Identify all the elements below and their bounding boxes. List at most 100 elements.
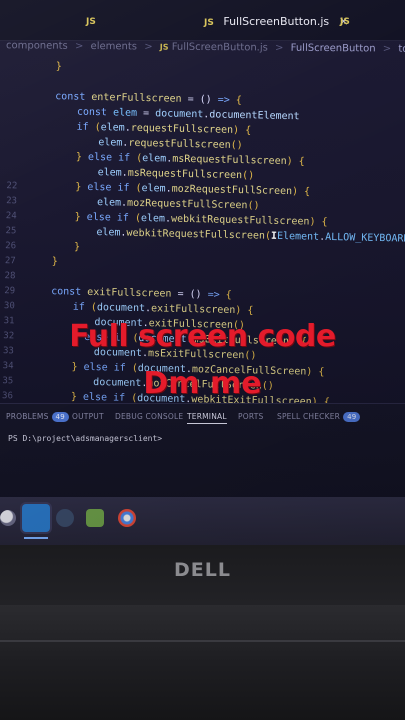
panel-tab-label: OUTPUT bbox=[72, 412, 104, 421]
panel-tab-terminal[interactable]: TERMINAL bbox=[187, 412, 227, 424]
code-token: ) { bbox=[286, 156, 305, 168]
js-file-icon: JS bbox=[204, 18, 214, 28]
code-token: = bbox=[136, 107, 156, 120]
code-token: elem bbox=[100, 122, 125, 134]
code-token: = () bbox=[181, 93, 218, 106]
line-number: 28 bbox=[4, 271, 16, 282]
editor-tab-label: FullScreenButton.js bbox=[223, 15, 330, 28]
code-line[interactable] bbox=[0, 73, 34, 89]
code-token: else if bbox=[87, 151, 137, 164]
breadcrumb-item[interactable]: FullScreenButton.js bbox=[172, 42, 268, 54]
js-file-icon: JS bbox=[86, 17, 96, 27]
panel-tab-label: PROBLEMS bbox=[6, 412, 49, 421]
code-token: document bbox=[155, 108, 204, 121]
vscode-icon[interactable] bbox=[22, 504, 50, 532]
panel-tab-ports[interactable]: PORTS bbox=[238, 412, 263, 421]
code-token: requestFullscreen bbox=[130, 122, 234, 136]
code-token: () bbox=[230, 139, 243, 152]
line-number: 27 bbox=[4, 256, 16, 267]
code-token: documentElement bbox=[209, 109, 300, 123]
code-token: elem bbox=[98, 137, 123, 149]
code-token: const bbox=[76, 106, 114, 119]
editor-tab-1[interactable]: JS bbox=[86, 10, 102, 32]
panel-tab-problems[interactable]: PROBLEMS 49 bbox=[6, 412, 69, 422]
code-token: msRequestFullscreen bbox=[127, 167, 243, 182]
breadcrumb: components > elements > JS FullScreenBut… bbox=[0, 38, 405, 58]
panel-tab-label: PORTS bbox=[238, 412, 264, 421]
line-number: 29 bbox=[4, 286, 16, 297]
active-app-indicator bbox=[24, 537, 48, 539]
panel-tab-debug-console[interactable]: DEBUG CONSOLE bbox=[115, 412, 183, 421]
overlay-caption-line2: Dm me bbox=[143, 366, 262, 401]
editor-tab-3[interactable]: JS bbox=[340, 10, 356, 32]
editor-tab-bar: JS JS FullScreenButton.js × JS bbox=[0, 0, 405, 41]
code-token: ) { bbox=[232, 124, 252, 137]
code-line[interactable]: 27} bbox=[0, 253, 58, 269]
code-token: { bbox=[235, 94, 242, 107]
code-token: } bbox=[51, 256, 58, 268]
line-number: 30 bbox=[3, 301, 15, 312]
code-token: = () bbox=[171, 288, 208, 301]
code-token: requestFullscreen bbox=[128, 137, 231, 151]
code-token: enterFullscreen bbox=[91, 91, 182, 105]
code-line[interactable]: 26} bbox=[0, 238, 80, 255]
code-token: } bbox=[73, 241, 81, 253]
laptop-hinge bbox=[0, 640, 405, 642]
line-number: 22 bbox=[6, 181, 18, 192]
breadcrumb-separator: > bbox=[382, 43, 392, 55]
breadcrumb-item[interactable]: elements bbox=[91, 41, 138, 52]
code-token: elem bbox=[140, 212, 166, 225]
editor-tab-fullscreenbutton[interactable]: JS FullScreenButton.js × bbox=[204, 10, 349, 32]
panel-tab-label: DEBUG CONSOLE bbox=[115, 412, 184, 421]
code-token: elem bbox=[142, 153, 167, 165]
code-token: elem bbox=[96, 227, 121, 239]
code-token: if bbox=[72, 301, 91, 313]
code-token: } bbox=[75, 181, 88, 193]
code-token: () bbox=[241, 170, 255, 182]
code-token: } bbox=[75, 151, 89, 163]
code-token: elem bbox=[96, 197, 122, 209]
code-line[interactable]: } bbox=[0, 58, 62, 74]
js-file-icon: JS bbox=[159, 42, 169, 52]
breadcrumb-item[interactable]: components bbox=[6, 40, 68, 52]
code-token: { bbox=[225, 289, 232, 301]
js-file-icon: JS bbox=[340, 17, 350, 27]
code-token: } bbox=[55, 61, 62, 73]
code-token: mozRequestFullScreen bbox=[126, 197, 248, 212]
code-token: const bbox=[51, 286, 88, 298]
code-token: ) { bbox=[291, 186, 311, 198]
terminal-prompt[interactable]: PS D:\project\adsmanagersclient> bbox=[8, 434, 162, 443]
code-token: } bbox=[74, 211, 87, 223]
code-token: else if bbox=[86, 211, 136, 224]
panel-tab-spell-checker[interactable]: SPELL CHECKER 49 bbox=[277, 412, 361, 422]
code-editor[interactable]: } const enterFullscreen = () => { const el… bbox=[0, 58, 405, 433]
spell-checker-count-badge: 49 bbox=[343, 412, 361, 422]
code-token: ) { bbox=[235, 304, 254, 317]
files-icon[interactable] bbox=[86, 509, 104, 527]
code-token: => bbox=[217, 94, 236, 106]
breadcrumb-separator: > bbox=[74, 40, 84, 52]
chrome-icon[interactable] bbox=[0, 510, 16, 526]
panel-tab-output[interactable]: OUTPUT bbox=[72, 412, 104, 421]
problems-count-badge: 49 bbox=[51, 412, 69, 422]
code-token: elem bbox=[97, 167, 122, 179]
line-number: 25 bbox=[5, 226, 17, 237]
code-token: const bbox=[55, 91, 92, 103]
chrome-icon[interactable] bbox=[118, 509, 136, 527]
breadcrumb-item[interactable]: FullScreenButton bbox=[291, 43, 376, 55]
breadcrumb-item[interactable]: toggleFull bbox=[398, 44, 405, 55]
code-line[interactable]: 28 bbox=[0, 268, 30, 284]
dell-logo: DELL bbox=[174, 559, 231, 581]
code-token: ) { bbox=[309, 216, 328, 228]
apps-icon[interactable] bbox=[56, 509, 74, 527]
line-number: 23 bbox=[6, 196, 18, 207]
